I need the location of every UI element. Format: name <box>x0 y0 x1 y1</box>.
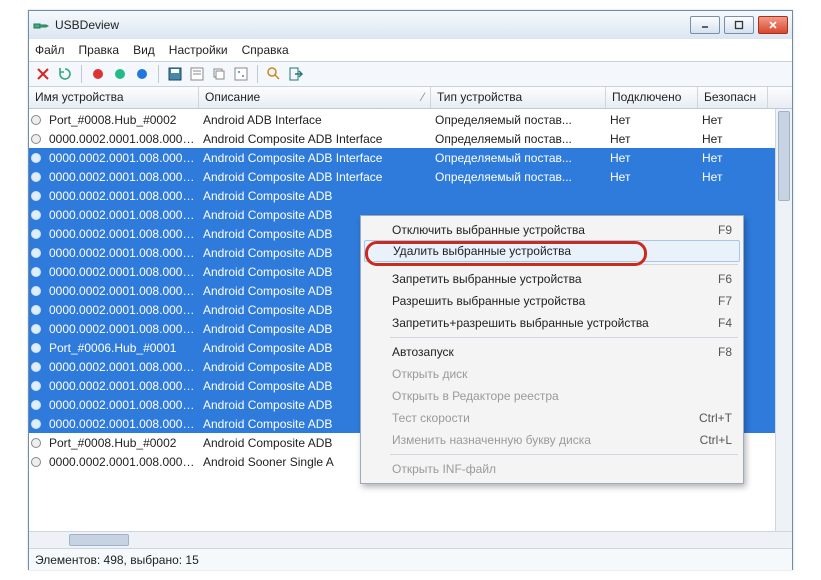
status-text: Элементов: 498, выбрано: 15 <box>35 553 199 567</box>
col-connected[interactable]: Подключено <box>606 87 698 108</box>
ctx-drive: Изменить назначенную букву дискаCtrl+L <box>364 429 740 451</box>
close-button[interactable] <box>758 16 788 34</box>
menu-view[interactable]: Вид <box>133 43 155 57</box>
scroll-thumb[interactable] <box>69 534 129 546</box>
separator <box>390 454 738 455</box>
ctx-disconnect[interactable]: Отключить выбранные устройстваF9 <box>364 219 740 241</box>
ctx-disable[interactable]: Запретить выбранные устройстваF6 <box>364 268 740 290</box>
delete-icon[interactable] <box>35 66 51 82</box>
ctx-inf: Открыть INF-файл <box>364 458 740 480</box>
toolbar <box>29 61 792 87</box>
table-row[interactable]: 0000.0002.0001.008.000.0...Android Compo… <box>29 186 792 205</box>
window-title: USBDeview <box>55 18 119 32</box>
find-icon[interactable] <box>266 66 282 82</box>
col-desc[interactable]: Описание <box>199 87 431 108</box>
table-row[interactable]: 0000.0002.0001.008.000.0...Android Compo… <box>29 167 792 186</box>
ctx-regedit: Открыть в Редакторе реестра <box>364 385 740 407</box>
status-red-icon[interactable] <box>90 66 106 82</box>
table-row[interactable]: Port_#0008.Hub_#0002Android ADB Interfac… <box>29 110 792 129</box>
menu-help[interactable]: Справка <box>242 43 289 57</box>
titlebar[interactable]: USBDeview <box>29 11 792 39</box>
minimize-button[interactable] <box>690 16 720 34</box>
ctx-toggle[interactable]: Запретить+разрешить выбранные устройства… <box>364 312 740 334</box>
menu-edit[interactable]: Правка <box>79 43 120 57</box>
maximize-button[interactable] <box>724 16 754 34</box>
vertical-scrollbar[interactable] <box>775 109 792 531</box>
separator <box>81 65 82 83</box>
grid-header: Имя устройства Описание Тип устройства П… <box>29 87 792 109</box>
menubar: Файл Правка Вид Настройки Справка <box>29 39 792 61</box>
separator <box>257 65 258 83</box>
context-menu: Отключить выбранные устройстваF9 Удалить… <box>360 215 744 484</box>
col-type[interactable]: Тип устройства <box>431 87 606 108</box>
copy-icon[interactable] <box>211 66 227 82</box>
col-name[interactable]: Имя устройства <box>29 87 199 108</box>
app-icon <box>33 17 49 33</box>
save-icon[interactable] <box>167 66 183 82</box>
menu-file[interactable]: Файл <box>35 43 65 57</box>
menu-settings[interactable]: Настройки <box>169 43 228 57</box>
ctx-autorun[interactable]: АвтозапускF8 <box>364 341 740 363</box>
ctx-speed: Тест скоростиCtrl+T <box>364 407 740 429</box>
separator <box>390 264 738 265</box>
separator <box>390 337 738 338</box>
options-icon[interactable] <box>233 66 249 82</box>
status-green-icon[interactable] <box>112 66 128 82</box>
properties-icon[interactable] <box>189 66 205 82</box>
horizontal-scrollbar[interactable] <box>29 531 792 548</box>
statusbar: Элементов: 498, выбрано: 15 <box>29 548 792 570</box>
status-blue-icon[interactable] <box>134 66 150 82</box>
refresh-icon[interactable] <box>57 66 73 82</box>
ctx-delete[interactable]: Удалить выбранные устройства <box>364 240 740 262</box>
exit-icon[interactable] <box>288 66 304 82</box>
ctx-opendisk: Открыть диск <box>364 363 740 385</box>
table-row[interactable]: 0000.0002.0001.008.000.0...Android Compo… <box>29 148 792 167</box>
ctx-enable[interactable]: Разрешить выбранные устройстваF7 <box>364 290 740 312</box>
separator <box>158 65 159 83</box>
scroll-thumb[interactable] <box>778 111 790 201</box>
col-safe[interactable]: Безопасн <box>698 87 768 108</box>
table-row[interactable]: 0000.0002.0001.008.000.0...Android Compo… <box>29 129 792 148</box>
